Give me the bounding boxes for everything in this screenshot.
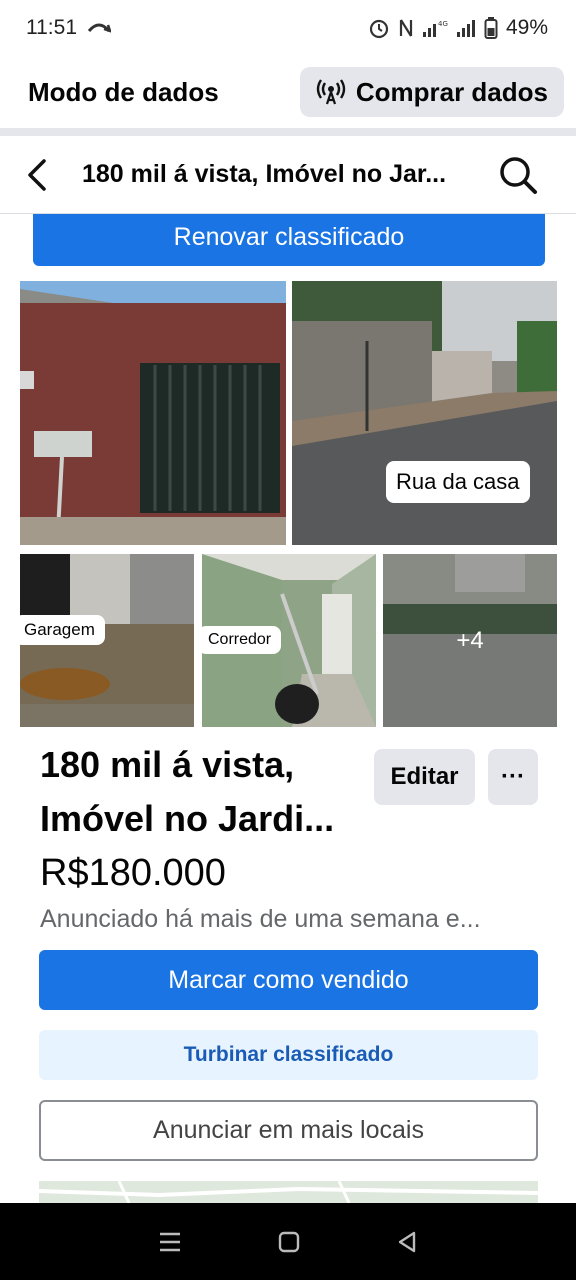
data-mode-title: Modo de dados (28, 76, 219, 107)
divider (0, 128, 576, 136)
data-mode-bar: Modo de dados Comprar dados (0, 56, 576, 128)
listing-title: 180 mil á vista, Imóvel no Jardi... (40, 738, 370, 846)
search-icon[interactable] (498, 155, 538, 195)
battery-level: 49% (505, 16, 548, 39)
system-nav-bar (0, 1203, 576, 1280)
photo-tag-garage: Garagem (20, 615, 105, 645)
page-title: 180 mil á vista, Imóvel no Jar... (82, 160, 447, 188)
photo-tag-street: Rua da casa (386, 461, 530, 503)
listing-posted-info: Anunciado há mais de uma semana e... (40, 905, 481, 933)
back-arrow-icon[interactable] (24, 158, 52, 192)
mark-as-sold-button[interactable]: Marcar como vendido (39, 950, 538, 1010)
status-time: 11:51 (26, 16, 77, 39)
photo-more[interactable]: +4 (383, 554, 557, 727)
buy-data-button[interactable]: Comprar dados (299, 67, 564, 117)
status-bar: 11:51 4G 49% (0, 0, 576, 56)
photo-tag-corridor: Corredor (202, 626, 282, 654)
missed-call-icon (87, 21, 111, 35)
map-preview[interactable] (39, 1181, 538, 1203)
alarm-icon (368, 17, 390, 39)
boost-listing-button[interactable]: Turbinar classificado (39, 1030, 538, 1080)
buy-data-label: Comprar dados (355, 76, 548, 107)
battery-icon (484, 17, 498, 39)
more-photos-count: +4 (383, 554, 557, 727)
home-icon[interactable] (278, 1231, 300, 1253)
more-options-button[interactable]: ··· (488, 749, 538, 805)
signal-4g-icon: 4G (422, 18, 448, 38)
top-nav-bar: 180 mil á vista, Imóvel no Jar... (0, 136, 576, 214)
signal-icon (456, 18, 476, 38)
list-in-more-places-button[interactable]: Anunciar em mais locais (39, 1100, 538, 1161)
listing-title-line-2: Imóvel no Jardi... (40, 798, 335, 839)
nfc-icon (398, 18, 414, 38)
broadcast-icon (316, 78, 346, 106)
photo-garage[interactable]: Garagem (20, 554, 194, 727)
edit-button[interactable]: Editar (374, 749, 475, 805)
svg-text:4G: 4G (438, 20, 448, 28)
recent-apps-icon[interactable] (158, 1231, 182, 1253)
renew-listing-button[interactable]: Renovar classificado (33, 214, 545, 266)
listing-price: R$180.000 (40, 852, 226, 894)
photo-corridor[interactable]: Corredor (202, 554, 376, 727)
photo-street[interactable]: Rua da casa (292, 281, 557, 545)
photo-house-front[interactable] (20, 281, 286, 545)
back-icon[interactable] (396, 1231, 418, 1253)
listing-title-line-1: 180 mil á vista, (40, 744, 295, 785)
